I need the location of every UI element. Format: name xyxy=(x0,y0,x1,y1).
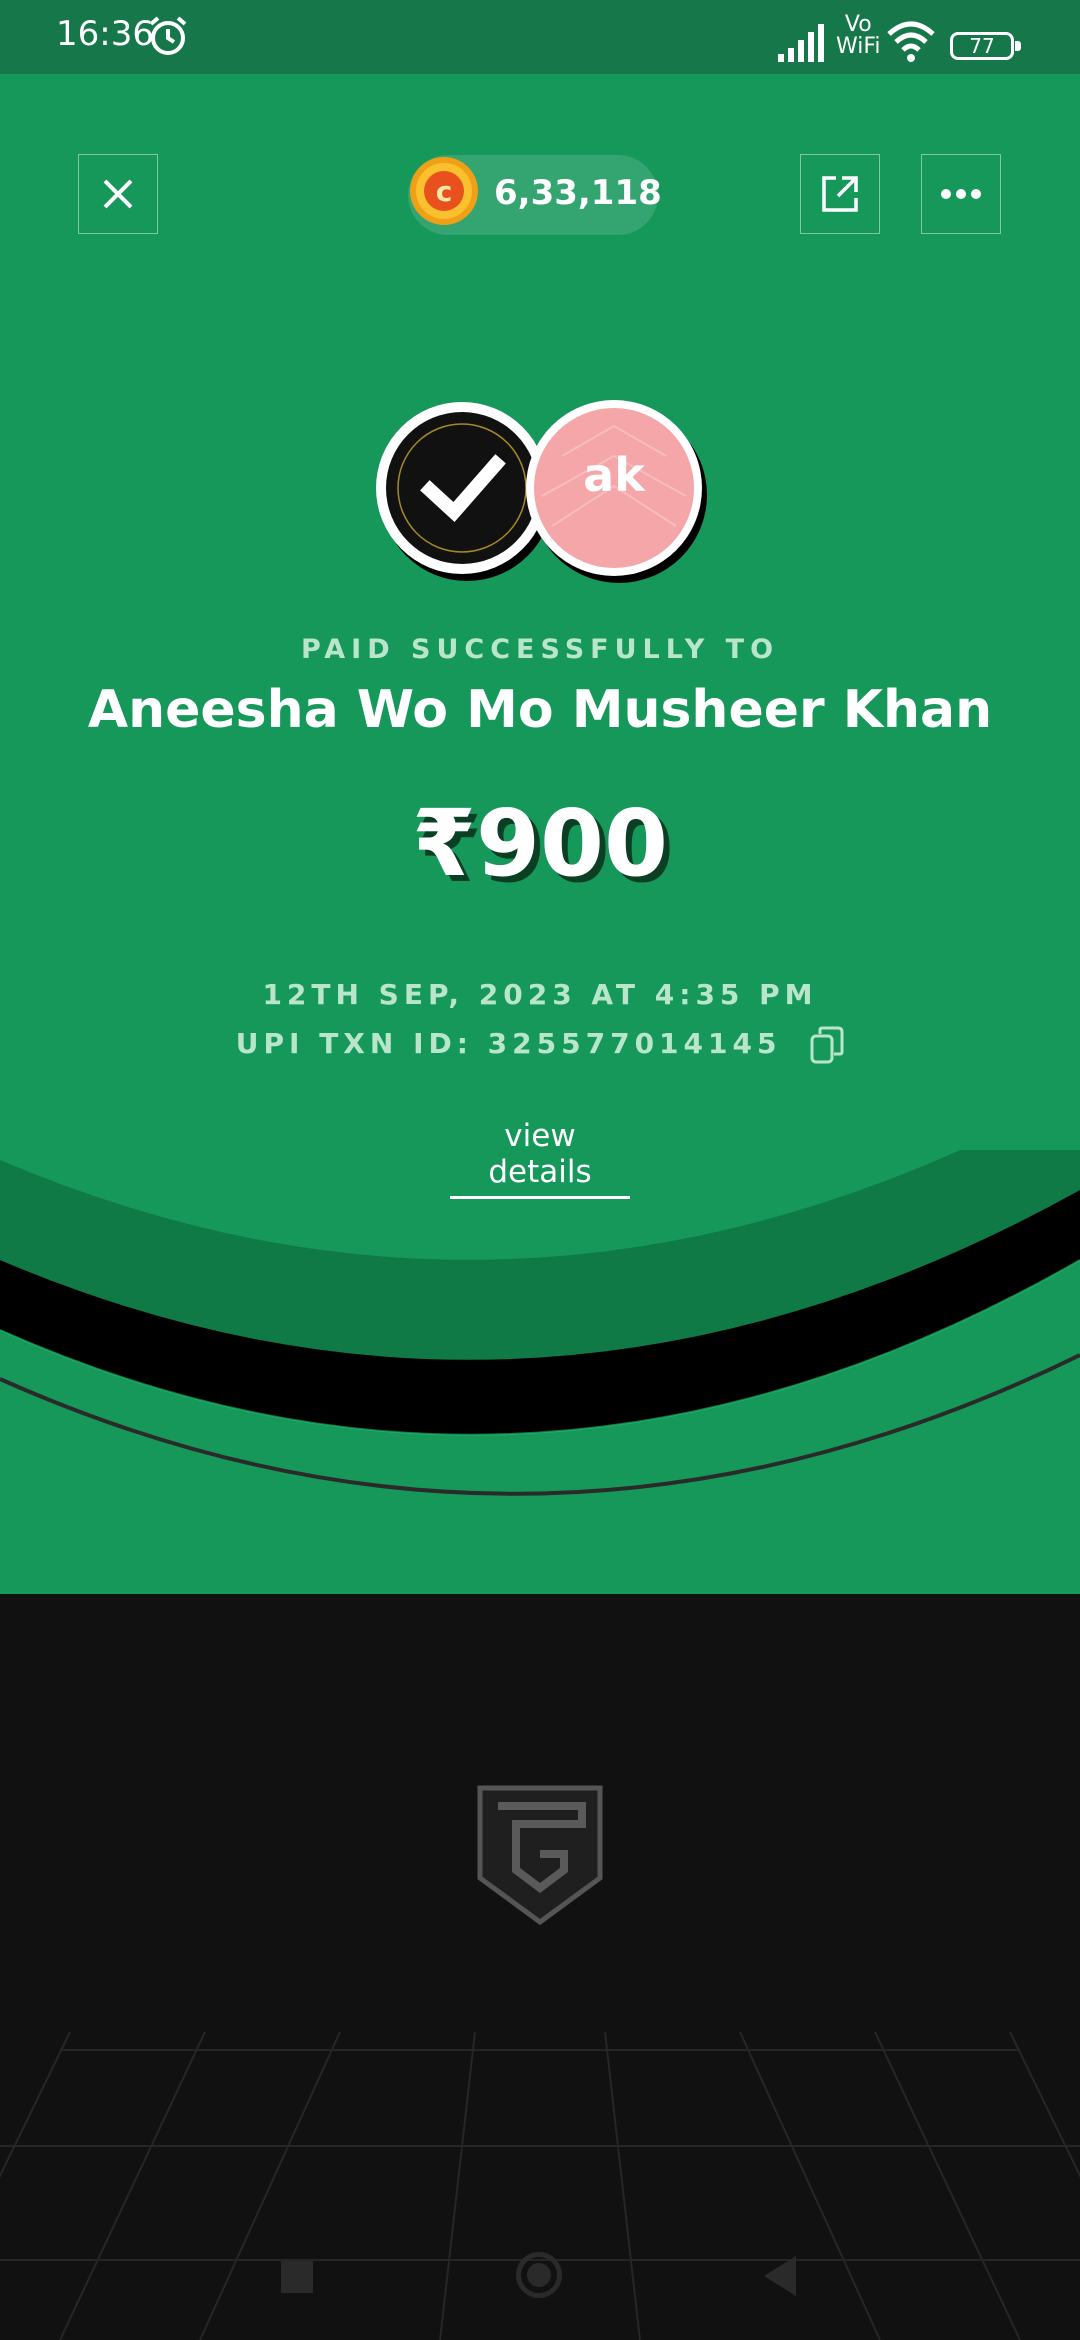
svg-text:c: c xyxy=(436,175,453,208)
home-button[interactable] xyxy=(516,2252,562,2298)
payment-datetime: 12TH SEP, 2023 AT 4:35 PM xyxy=(262,978,818,1011)
battery-indicator: 77 xyxy=(950,32,1021,60)
back-button[interactable] xyxy=(764,2256,796,2296)
alarm-icon xyxy=(149,16,187,55)
close-button[interactable] xyxy=(78,154,158,234)
more-button[interactable] xyxy=(921,154,1001,234)
close-icon xyxy=(103,179,133,209)
payee-initials: ak xyxy=(583,448,645,502)
external-share-icon xyxy=(822,176,858,212)
cred-coin-icon: c xyxy=(410,157,478,225)
share-button[interactable] xyxy=(800,154,880,234)
txn-id-row: UPI TXN ID: 325577014145 xyxy=(0,1026,1080,1064)
payee-name: Aneesha Wo Mo Musheer Khan xyxy=(87,680,993,740)
status-bar: 16:36 Vo WiFi 77 xyxy=(0,0,1080,74)
view-details-link[interactable]: view details xyxy=(450,1118,630,1199)
curve-divider xyxy=(0,1150,1080,1496)
coins-amount: 6,33,118 xyxy=(494,173,662,213)
wifi-icon xyxy=(887,21,935,62)
cred-shield-logo xyxy=(477,1785,603,1926)
recents-button[interactable] xyxy=(281,2261,313,2293)
more-dots-icon xyxy=(941,189,981,199)
coins-balance[interactable]: c 6,33,118 xyxy=(408,155,662,235)
payment-amount: ₹900 xyxy=(411,790,669,897)
paid-label: PAID SUCCESSFULLY TO xyxy=(300,634,780,665)
vowifi-indicator: Vo WiFi xyxy=(836,12,881,59)
status-time: 16:36 xyxy=(56,14,154,54)
txn-id: UPI TXN ID: 325577014145 xyxy=(235,1027,782,1060)
payee-avatar: ak xyxy=(522,396,710,584)
copy-icon[interactable] xyxy=(810,1026,844,1064)
signal-icon xyxy=(778,24,824,62)
